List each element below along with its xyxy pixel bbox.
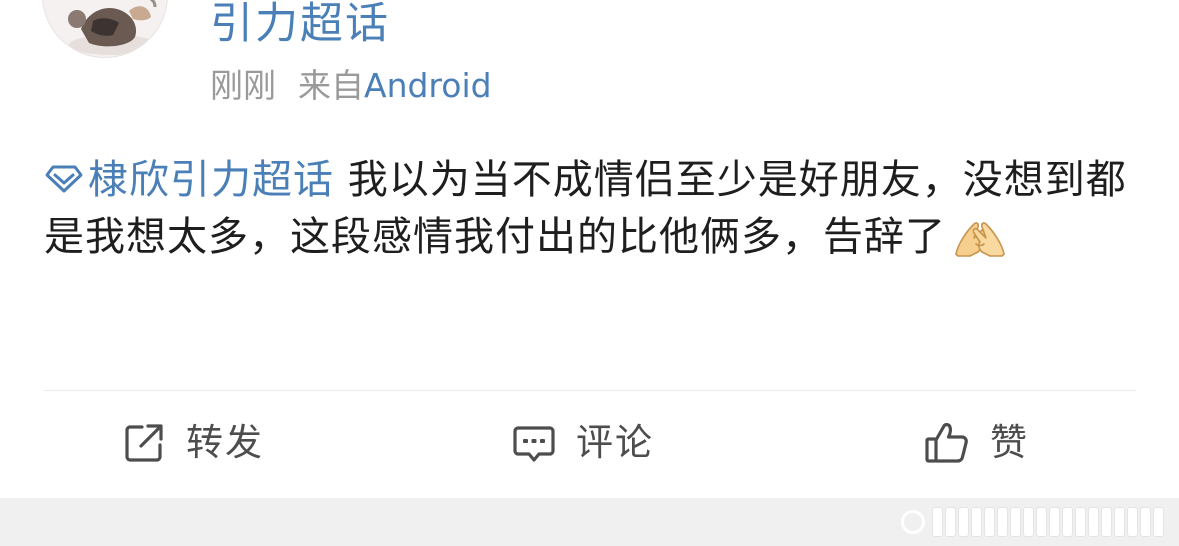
watermark-logo	[901, 504, 1163, 540]
post-meta: 刚刚 来自Android	[210, 64, 492, 108]
like-label: 赞	[990, 421, 1029, 464]
watermark-circle	[901, 510, 925, 534]
watermark-bar	[1076, 508, 1085, 536]
repost-label: 转发	[186, 421, 264, 464]
watermark-bar	[998, 508, 1007, 536]
post-text: 棣欣引力超话 我以为当不成情侣至少是好朋友，没想到都是我想太多，这段感情我付出的…	[44, 152, 1144, 266]
watermark-bar	[933, 508, 942, 536]
source-prefix: 来自	[298, 66, 364, 105]
comment-icon	[513, 426, 555, 462]
action-divider	[44, 390, 1136, 391]
author-name[interactable]: 引力超话	[210, 0, 390, 52]
avatar-illustration	[43, 0, 167, 57]
thumbs-up-icon	[925, 423, 968, 463]
bottom-strip	[0, 498, 1179, 546]
watermark-bar	[1154, 508, 1163, 536]
watermark-bar	[1128, 508, 1137, 536]
watermark-bar	[1089, 508, 1098, 536]
repost-button[interactable]: 转发	[122, 416, 264, 470]
watermark-bar	[1102, 508, 1111, 536]
comment-button[interactable]: 评论	[512, 416, 654, 470]
watermark-bar	[1050, 508, 1059, 536]
watermark-bar	[985, 508, 994, 536]
source-link[interactable]: Android	[364, 66, 492, 105]
watermark-bar	[1115, 508, 1124, 536]
watermark-bar	[1141, 508, 1150, 536]
watermark-bar	[1063, 508, 1072, 536]
watermark-bar	[1011, 508, 1020, 536]
comment-label: 评论	[576, 421, 654, 464]
supertopic-name: 棣欣引力超话	[88, 157, 334, 203]
author-avatar[interactable]	[42, 0, 168, 58]
like-button[interactable]: 赞	[924, 416, 1029, 470]
folded-hands-emoji	[955, 222, 1005, 257]
watermark-bar	[1024, 508, 1033, 536]
post-time: 刚刚	[210, 66, 276, 105]
weibo-post-card: 引力超话 刚刚 来自Android 棣欣引力超话 我以为当不成情侣至少是好朋友，没…	[0, 0, 1179, 546]
supertopic-link[interactable]: 棣欣引力超话	[44, 157, 334, 203]
watermark-bar	[1037, 508, 1046, 536]
watermark-bar	[972, 508, 981, 536]
share-icon	[125, 424, 163, 462]
watermark-bar	[946, 508, 955, 536]
diamond-icon	[45, 165, 83, 193]
watermark-bar	[959, 508, 968, 536]
